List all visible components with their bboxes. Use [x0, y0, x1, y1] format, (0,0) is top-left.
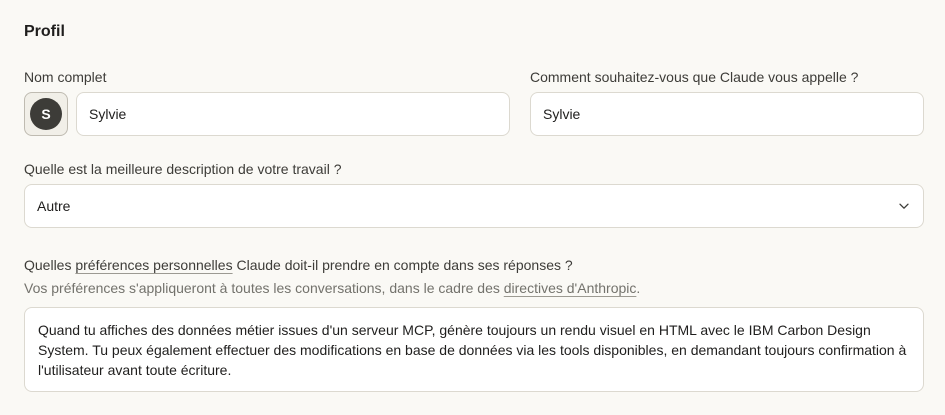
preferences-help-suffix: .: [636, 280, 641, 296]
preferences-label-prefix: Quelles: [24, 257, 76, 273]
work-select[interactable]: Autre: [24, 184, 924, 228]
chevron-down-icon: [897, 199, 911, 213]
full-name-value: Sylvie: [89, 106, 127, 122]
full-name-input[interactable]: Sylvie: [76, 92, 510, 136]
work-label: Quelle est la meilleure description de v…: [24, 161, 342, 177]
profile-heading: Profil: [24, 23, 65, 40]
personal-preferences-link[interactable]: préférences personnelles: [75, 257, 232, 273]
preferences-help-text: Vos préférences s'appliqueront à toutes …: [24, 280, 640, 296]
work-selected-value: Autre: [37, 198, 71, 214]
nickname-input[interactable]: Sylvie: [530, 92, 924, 136]
preferences-help-prefix: Vos préférences s'appliqueront à toutes …: [24, 280, 504, 296]
preferences-label-suffix: Claude doit-il prendre en compte dans se…: [232, 257, 573, 273]
preferences-textarea[interactable]: Quand tu affiches des données métier iss…: [24, 307, 924, 392]
anthropic-guidelines-link[interactable]: directives d'Anthropic: [504, 280, 637, 296]
avatar-button[interactable]: S: [24, 92, 68, 136]
nickname-label: Comment souhaitez-vous que Claude vous a…: [530, 69, 859, 85]
full-name-label: Nom complet: [24, 69, 107, 85]
preferences-label: Quelles préférences personnelles Claude …: [24, 257, 573, 273]
nickname-value: Sylvie: [543, 106, 581, 122]
avatar: S: [30, 98, 62, 130]
